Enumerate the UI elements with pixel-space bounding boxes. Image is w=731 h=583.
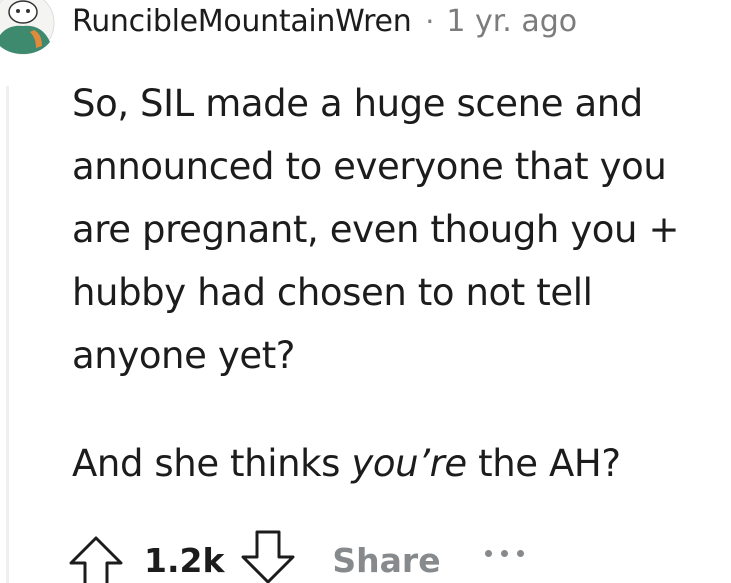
upvote-arrow-icon[interactable] xyxy=(66,530,126,583)
more-options-icon xyxy=(516,549,524,557)
comment-emphasis: you’re xyxy=(351,442,467,485)
comment-text: the AH? xyxy=(466,442,621,485)
comment-action-bar: 1.2k Share xyxy=(66,530,524,583)
share-button[interactable]: Share xyxy=(332,541,440,580)
vote-score: 1.2k xyxy=(144,540,225,580)
downvote-arrow-icon[interactable] xyxy=(238,530,298,583)
comment-timestamp[interactable]: 1 yr. ago xyxy=(446,4,577,39)
comment-paragraph: And she thinks you’re the AH? xyxy=(72,432,722,495)
comment-text: And she thinks xyxy=(72,442,352,485)
more-options-icon xyxy=(484,549,492,557)
meta-separator: · xyxy=(425,4,435,38)
comment-container: RuncibleMountainWren · 1 yr. ago So, SIL… xyxy=(0,0,731,583)
username-link[interactable]: RuncibleMountainWren xyxy=(72,4,412,39)
comment-body: So, SIL made a huge scene and announced … xyxy=(72,72,722,495)
comment-header: RuncibleMountainWren · 1 yr. ago xyxy=(72,0,577,42)
thread-collapse-line[interactable] xyxy=(6,86,9,583)
snoo-avatar-icon xyxy=(0,0,55,55)
comment-paragraph: So, SIL made a huge scene and announced … xyxy=(72,82,680,377)
more-options-button[interactable] xyxy=(484,530,524,583)
user-avatar[interactable] xyxy=(0,0,56,56)
more-options-icon xyxy=(500,549,508,557)
